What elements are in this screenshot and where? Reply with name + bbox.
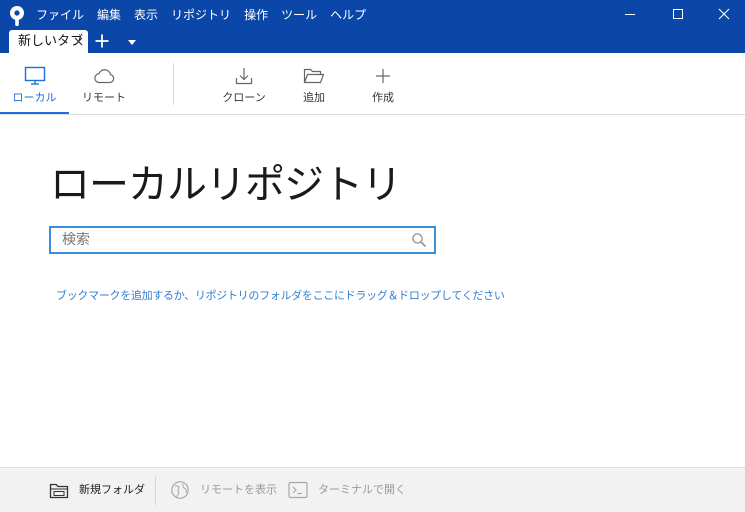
close-icon <box>718 8 730 20</box>
plus-icon <box>376 69 390 83</box>
menu-tools[interactable]: ツール <box>281 6 317 24</box>
search-icon[interactable] <box>411 232 427 248</box>
tab-list-button[interactable] <box>123 34 141 50</box>
title-bar: ファイル 編集 表示 リポジトリ 操作 ツール ヘルプ 新しいタブ <box>0 0 745 53</box>
bottom-bar: 新規フォルダ リモートを表示 ターミナルで開く <box>0 467 745 512</box>
new-folder-label: 新規フォルダ <box>79 483 145 496</box>
new-folder-icon <box>49 483 69 499</box>
menu-edit[interactable]: 編集 <box>97 6 121 24</box>
menu-help[interactable]: ヘルプ <box>330 6 366 24</box>
close-window-button[interactable] <box>701 0 745 28</box>
toolbar: ローカル リモート クローン 追加 作成 <box>0 53 745 115</box>
monitor-icon <box>24 66 45 85</box>
tab-close-button[interactable] <box>71 34 85 48</box>
show-remote-label: リモートを表示 <box>200 483 277 496</box>
download-icon <box>235 68 253 85</box>
new-tab-button[interactable] <box>91 31 113 51</box>
show-remote-button[interactable]: リモートを表示 <box>170 468 277 512</box>
globe-icon <box>171 481 189 499</box>
maximize-button[interactable] <box>655 0 701 28</box>
tab-local-label: ローカル <box>12 91 57 104</box>
create-label: 作成 <box>372 91 394 104</box>
menu-view[interactable]: 表示 <box>134 6 158 24</box>
add-label: 追加 <box>303 91 325 104</box>
minimize-icon <box>625 14 635 15</box>
menu-bar: ファイル 編集 表示 リポジトリ 操作 ツール ヘルプ <box>36 6 379 24</box>
plus-icon <box>95 34 109 48</box>
menu-file[interactable]: ファイル <box>36 6 84 24</box>
maximize-icon <box>673 9 683 19</box>
drop-hint-text: ブックマークを追加するか、リポジトリのフォルダをここにドラッグ＆ドロップしてくだ… <box>56 289 505 302</box>
folder-open-icon <box>303 68 325 84</box>
add-button[interactable]: 追加 <box>282 53 346 114</box>
new-folder-button[interactable]: 新規フォルダ <box>49 468 145 512</box>
tab-new-tab[interactable]: 新しいタブ <box>9 30 88 53</box>
search-box[interactable] <box>49 226 436 254</box>
caret-down-icon <box>128 39 136 45</box>
page-title: ローカルリポジトリ <box>50 162 402 208</box>
clone-label: クローン <box>222 91 266 104</box>
open-terminal-button[interactable]: ターミナルで開く <box>288 468 406 512</box>
sourcetree-logo-icon[interactable] <box>7 5 27 27</box>
close-icon <box>74 37 82 45</box>
menu-actions[interactable]: 操作 <box>244 6 268 24</box>
terminal-icon <box>288 481 308 499</box>
cloud-icon <box>94 69 115 84</box>
clone-button[interactable]: クローン <box>211 53 277 114</box>
create-button[interactable]: 作成 <box>351 53 415 114</box>
minimize-button[interactable] <box>607 0 653 28</box>
search-input[interactable] <box>62 230 402 250</box>
open-terminal-label: ターミナルで開く <box>318 483 406 496</box>
menu-repository[interactable]: リポジトリ <box>171 6 231 24</box>
tab-local[interactable]: ローカル <box>0 53 69 114</box>
bottom-divider <box>155 477 156 505</box>
tab-remote-label: リモート <box>82 91 126 104</box>
tab-remote[interactable]: リモート <box>70 53 138 114</box>
toolbar-divider <box>173 63 174 105</box>
